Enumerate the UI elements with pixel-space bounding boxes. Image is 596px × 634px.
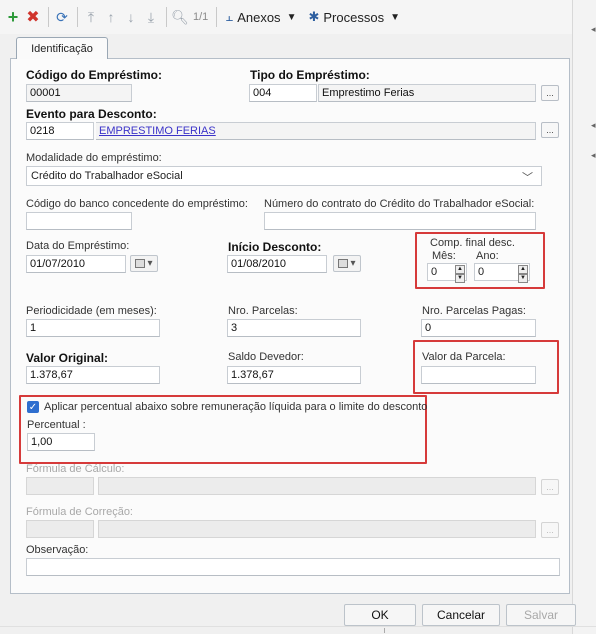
toolbar-separator <box>77 7 78 27</box>
cancel-button[interactable]: Cancelar <box>422 604 500 626</box>
tipo-emprestimo-lookup-button[interactable]: ... <box>541 85 559 101</box>
formula-correcao-description <box>98 520 536 538</box>
anexos-label: Anexos <box>237 9 281 25</box>
comp-final-ano-stepper[interactable]: 0 ▲ ▼ <box>474 263 530 283</box>
formula-calculo-label: Fórmula de Cálculo: <box>26 463 125 475</box>
periodicidade-field[interactable]: 1 <box>26 319 160 337</box>
valor-parcela-field[interactable] <box>421 366 536 384</box>
formula-calculo-lookup-button: ... <box>541 479 559 495</box>
calendar-icon <box>338 259 349 268</box>
modalidade-select[interactable]: Crédito do Trabalhador eSocial ﹀ <box>26 166 542 186</box>
saldo-devedor-label: Saldo Devedor: <box>228 351 304 363</box>
formula-calculo-description <box>98 477 536 495</box>
nro-parcelas-field[interactable]: 3 <box>227 319 361 337</box>
comp-final-ano-value: 0 <box>478 266 485 278</box>
observacao-label: Observação: <box>26 544 89 556</box>
last-record-icon[interactable]: ⤓ <box>142 6 160 28</box>
stepper-arrows[interactable]: ▲ ▼ <box>455 265 465 283</box>
data-emprestimo-label: Data do Empréstimo: <box>26 240 130 252</box>
codigo-emprestimo-field[interactable]: 00001 <box>26 84 132 102</box>
aplicar-percentual-checkbox[interactable]: ✓ <box>27 401 39 413</box>
evento-desconto-lookup-button[interactable]: ... <box>541 122 559 138</box>
inicio-desconto-field[interactable]: 01/08/2010 <box>227 255 327 273</box>
toolbar: + ✖ ⟳ ⤒ ↑ ↓ ⤓ 🔍︎ 1/1 ⫠ Anexos ▼ ✱ Proces… <box>0 0 596 34</box>
numero-contrato-label: Número do contrato do Crédito do Trabalh… <box>264 198 535 210</box>
first-record-icon[interactable]: ⤒ <box>82 6 100 28</box>
codigo-banco-field[interactable] <box>26 212 132 230</box>
codigo-banco-label: Código do banco concedente do empréstimo… <box>26 198 248 210</box>
tipo-emprestimo-description: Emprestimo Ferias <box>318 84 536 102</box>
anexos-menu[interactable]: ⫠ Anexos ▼ <box>225 9 296 25</box>
right-side-strip: ◂ ◂ ◂ <box>572 0 596 634</box>
footer-divider <box>0 626 596 627</box>
evento-desconto-link[interactable]: EMPRESTIMO FERIAS <box>96 122 536 140</box>
percentual-label: Percentual : <box>27 419 86 431</box>
toolbar-separator <box>48 7 49 27</box>
evento-desconto-code-field[interactable]: 0218 <box>26 122 94 140</box>
strip-marker: ◂ <box>591 120 596 130</box>
caret-down-icon: ▼ <box>286 11 297 23</box>
delete-icon[interactable]: ✖ <box>24 6 42 28</box>
numero-contrato-field[interactable] <box>264 212 536 230</box>
percentual-field[interactable]: 1,00 <box>27 433 95 451</box>
search-icon[interactable]: 🔍︎ <box>171 6 189 28</box>
tab-identificacao[interactable]: Identificação <box>16 37 108 59</box>
formula-calculo-code-field <box>26 477 94 495</box>
strip-marker: ◂ <box>591 150 596 160</box>
stepper-arrows[interactable]: ▲ ▼ <box>518 265 528 283</box>
comp-final-label: Comp. final desc. <box>430 237 515 249</box>
modalidade-label: Modalidade do empréstimo: <box>26 152 162 164</box>
valor-original-field[interactable]: 1.378,67 <box>26 366 160 384</box>
inicio-desconto-label: Início Desconto: <box>228 240 322 254</box>
formula-correcao-label: Fórmula de Correção: <box>26 506 133 518</box>
calendar-icon <box>135 259 146 268</box>
formula-correcao-lookup-button: ... <box>541 522 559 538</box>
data-emprestimo-calendar-button[interactable]: ▾ <box>130 255 158 272</box>
aplicar-percentual-label: Aplicar percentual abaixo sobre remunera… <box>44 401 428 413</box>
comp-final-mes-stepper[interactable]: 0 ▲ ▼ <box>427 263 467 283</box>
strip-marker: ◂ <box>591 24 596 34</box>
save-button[interactable]: Salvar <box>506 604 576 626</box>
previous-record-icon[interactable]: ↑ <box>102 6 120 28</box>
formula-correcao-code-field <box>26 520 94 538</box>
tipo-emprestimo-code-field[interactable]: 004 <box>249 84 317 102</box>
nro-parcelas-pagas-label: Nro. Parcelas Pagas: <box>422 305 526 317</box>
page-indicator: 1/1 <box>193 11 209 23</box>
observacao-field[interactable] <box>26 558 560 576</box>
refresh-icon[interactable]: ⟳ <box>53 6 71 28</box>
ok-button[interactable]: OK <box>344 604 416 626</box>
valor-original-label: Valor Original: <box>26 351 109 365</box>
nro-parcelas-pagas-field[interactable]: 0 <box>421 319 536 337</box>
comp-final-mes-value: 0 <box>431 266 438 278</box>
chevron-down-icon: ﹀ <box>522 172 533 184</box>
add-icon[interactable]: + <box>4 6 22 28</box>
comp-final-mes-label: Mês: <box>432 250 456 262</box>
toolbar-separator <box>166 7 167 27</box>
next-record-icon[interactable]: ↓ <box>122 6 140 28</box>
gear-icon: ✱ <box>308 9 320 24</box>
tipo-emprestimo-label: Tipo do Empréstimo: <box>250 68 370 82</box>
saldo-devedor-field[interactable]: 1.378,67 <box>227 366 361 384</box>
inicio-desconto-calendar-button[interactable]: ▾ <box>333 255 361 272</box>
codigo-emprestimo-label: Código do Empréstimo: <box>26 68 162 82</box>
valor-parcela-label: Valor da Parcela: <box>422 351 506 363</box>
periodicidade-label: Periodicidade (em meses): <box>26 305 157 317</box>
modalidade-value: Crédito do Trabalhador eSocial <box>31 170 183 182</box>
comp-final-ano-label: Ano: <box>476 250 499 262</box>
toolbar-separator <box>216 7 218 27</box>
processos-menu[interactable]: ✱ Processos ▼ <box>308 9 400 25</box>
caret-down-icon: ▼ <box>390 11 400 23</box>
data-emprestimo-field[interactable]: 01/07/2010 <box>26 255 126 273</box>
resize-tick <box>384 628 385 633</box>
evento-desconto-label: Evento para Desconto: <box>26 107 157 121</box>
processos-label: Processos <box>323 9 385 25</box>
paperclip-icon: ⫠ <box>225 9 234 24</box>
nro-parcelas-label: Nro. Parcelas: <box>228 305 298 317</box>
